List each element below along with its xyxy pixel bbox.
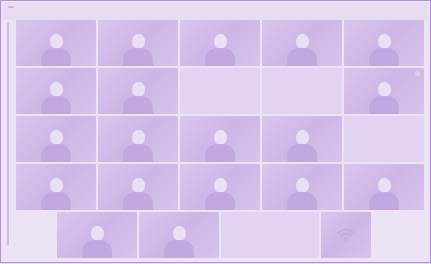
participant-video [369, 32, 399, 66]
participant-video [41, 128, 71, 162]
participant-video [287, 176, 317, 210]
participant-tile[interactable] [98, 68, 178, 114]
participant-video [123, 128, 153, 162]
participant-video [82, 224, 112, 258]
participant-video [287, 128, 317, 162]
participant-tile[interactable] [139, 212, 219, 258]
participant-tile[interactable] [344, 164, 424, 210]
wifi-icon [337, 228, 355, 242]
participant-video [369, 80, 399, 114]
top-bar [3, 2, 428, 20]
participant-video [205, 32, 235, 66]
participant-tile[interactable] [57, 212, 137, 258]
participant-tile[interactable] [321, 212, 371, 258]
participant-tile[interactable] [180, 20, 260, 66]
participant-grid [16, 20, 427, 264]
participant-video [41, 32, 71, 66]
participant-tile[interactable] [262, 116, 342, 162]
participant-tile[interactable] [180, 164, 260, 210]
participant-tile[interactable] [98, 20, 178, 66]
participant-video [123, 32, 153, 66]
participant-tile[interactable] [262, 20, 342, 66]
participant-tile[interactable] [16, 164, 96, 210]
participant-tile[interactable] [16, 68, 96, 114]
participant-tile[interactable] [98, 164, 178, 210]
left-edge-bar [7, 23, 9, 245]
participant-video [123, 176, 153, 210]
participant-tile[interactable] [221, 212, 319, 258]
participant-tile[interactable] [98, 116, 178, 162]
participant-tile[interactable] [344, 20, 424, 66]
participant-video [287, 32, 317, 66]
participant-video [164, 224, 194, 258]
participant-tile[interactable] [16, 20, 96, 66]
participant-tile[interactable] [344, 68, 424, 114]
participant-video [369, 176, 399, 210]
participant-video [41, 80, 71, 114]
participant-tile[interactable] [16, 116, 96, 162]
participant-video [205, 176, 235, 210]
participant-video [123, 80, 153, 114]
reaction-icon [415, 71, 420, 76]
participant-tile[interactable] [262, 68, 342, 114]
participant-video [205, 128, 235, 162]
menu-icon[interactable] [8, 6, 14, 8]
participant-tile[interactable] [262, 164, 342, 210]
participant-tile[interactable] [180, 116, 260, 162]
participant-video [41, 176, 71, 210]
participant-tile[interactable] [344, 116, 424, 162]
participant-tile[interactable] [180, 68, 260, 114]
